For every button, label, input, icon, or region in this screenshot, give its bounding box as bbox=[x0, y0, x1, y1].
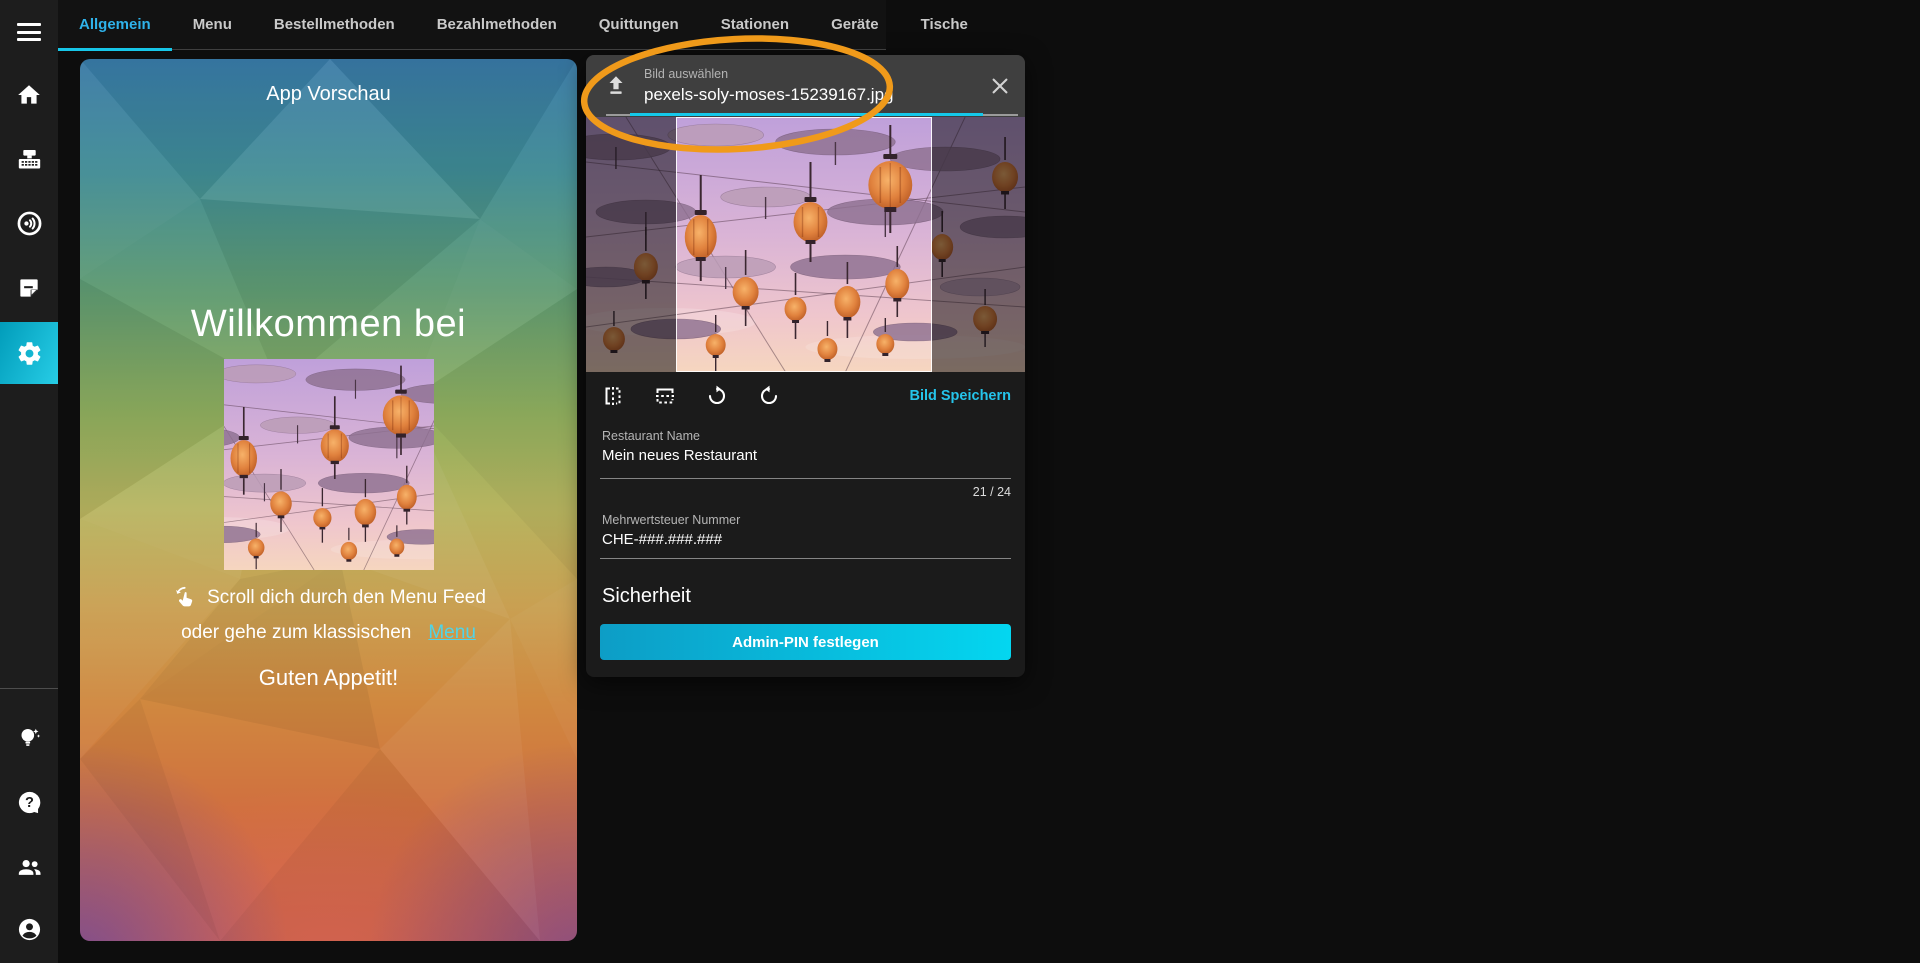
announcement-icon bbox=[17, 211, 41, 235]
sidebar-item-home[interactable] bbox=[0, 71, 58, 119]
tab-menu[interactable]: Menu bbox=[172, 0, 253, 51]
flip-vertical-button[interactable] bbox=[652, 383, 678, 409]
sidebar-item-announcements[interactable] bbox=[0, 199, 58, 247]
filename-active-underline bbox=[630, 113, 983, 116]
hamburger-icon bbox=[17, 23, 41, 41]
note-edit-icon bbox=[20, 279, 38, 297]
save-image-button[interactable]: Bild Speichern bbox=[909, 388, 1011, 404]
cash-register-icon bbox=[18, 149, 40, 168]
settings-tab-bar: Allgemein Menu Bestellmethoden Bezahlmet… bbox=[58, 0, 968, 51]
rotate-right-button[interactable] bbox=[704, 383, 730, 409]
upload-button[interactable] bbox=[600, 70, 632, 102]
account-icon bbox=[18, 918, 40, 940]
sidebar: ? bbox=[0, 0, 58, 963]
tab-tische[interactable]: Tische bbox=[900, 0, 989, 51]
app-window: ? Allgemein Menu Bestellmethoden Bezahlm… bbox=[0, 0, 1920, 963]
tab-bestellmethoden[interactable]: Bestellmethoden bbox=[253, 0, 416, 51]
tab-quittungen[interactable]: Quittungen bbox=[578, 0, 700, 51]
file-input-label: Bild auswählen bbox=[644, 67, 729, 81]
tab-geraete[interactable]: Geräte bbox=[810, 0, 900, 51]
lightbulb-sparkle-icon bbox=[21, 728, 40, 746]
flip-horizontal-icon bbox=[605, 387, 621, 405]
sidebar-divider bbox=[0, 688, 58, 689]
sidebar-item-settings[interactable] bbox=[0, 322, 58, 384]
rotate-left-button[interactable] bbox=[756, 383, 782, 409]
scroll-hint-row: Scroll dich durch den Menu Feed bbox=[80, 585, 577, 611]
sidebar-item-account[interactable] bbox=[0, 905, 58, 953]
sidebar-item-team[interactable] bbox=[0, 843, 58, 891]
rotate-left-icon bbox=[760, 385, 778, 405]
image-settings-dialog: Bild auswählen pexels-soly-moses-1523916… bbox=[586, 55, 1025, 677]
classic-menu-row: oder gehe zum klassischen Menu bbox=[80, 622, 577, 644]
dialog-header: Bild auswählen pexels-soly-moses-1523916… bbox=[586, 55, 1025, 117]
crop-selection-box[interactable] bbox=[676, 117, 932, 372]
restaurant-name-input[interactable]: Mein neues Restaurant bbox=[602, 447, 757, 464]
sidebar-item-register[interactable] bbox=[0, 135, 58, 183]
preview-title: App Vorschau bbox=[266, 83, 391, 105]
tab-bezahlmethoden[interactable]: Bezahlmethoden bbox=[416, 0, 578, 51]
restaurant-name-label: Restaurant Name bbox=[602, 429, 700, 443]
home-icon bbox=[18, 85, 40, 104]
bon-appetit-text: Guten Appetit! bbox=[258, 665, 399, 690]
restaurant-photo-thumbnail bbox=[224, 359, 434, 570]
sidebar-item-help[interactable]: ? bbox=[0, 778, 58, 826]
classic-menu-link[interactable]: Menu bbox=[428, 622, 476, 644]
vat-number-input[interactable]: CHE-###.###.### bbox=[602, 531, 722, 548]
scroll-hint-text: Scroll dich durch den Menu Feed bbox=[207, 587, 486, 608]
sidebar-item-ideas[interactable] bbox=[0, 713, 58, 761]
welcome-headline: Willkommen bei bbox=[190, 303, 467, 345]
swipe-hand-icon bbox=[176, 586, 193, 607]
image-crop-area bbox=[586, 117, 1025, 372]
char-counter: 21 / 24 bbox=[972, 485, 1011, 499]
crop-toolbar: Bild Speichern bbox=[586, 372, 1025, 420]
vat-number-label: Mehrwertsteuer Nummer bbox=[602, 513, 741, 527]
rotate-right-icon bbox=[708, 385, 726, 405]
gear-icon bbox=[18, 341, 40, 365]
tab-stationen[interactable]: Stationen bbox=[700, 0, 810, 51]
svg-text:?: ? bbox=[25, 795, 34, 811]
admin-pin-button[interactable]: Admin-PIN festlegen bbox=[600, 624, 1011, 660]
close-icon bbox=[992, 78, 1008, 94]
flip-horizontal-button[interactable] bbox=[600, 383, 626, 409]
app-preview-panel: App Vorschau Willkommen bei Scroll dich … bbox=[80, 59, 577, 941]
help-icon: ? bbox=[18, 791, 40, 813]
sidebar-item-notes[interactable] bbox=[0, 264, 58, 312]
upload-icon bbox=[609, 76, 623, 94]
filename-input[interactable]: pexels-soly-moses-15239167.jpg bbox=[644, 85, 974, 105]
classic-menu-text: oder gehe zum klassischen bbox=[181, 622, 412, 643]
security-heading: Sicherheit bbox=[602, 585, 691, 607]
tab-allgemein[interactable]: Allgemein bbox=[58, 0, 172, 51]
restaurant-name-underline bbox=[600, 478, 1011, 479]
close-dialog-button[interactable] bbox=[987, 73, 1013, 99]
menu-icon[interactable] bbox=[0, 8, 58, 56]
vat-number-underline bbox=[600, 558, 1011, 559]
flip-vertical-icon bbox=[656, 388, 674, 404]
team-icon bbox=[18, 859, 41, 875]
